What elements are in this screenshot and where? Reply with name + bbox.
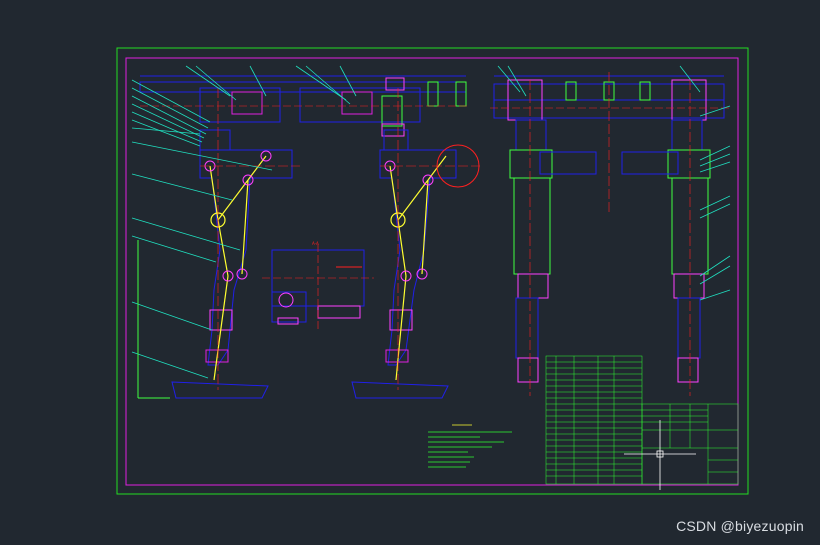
leader-lines-right xyxy=(497,65,731,301)
leader-lines-left xyxy=(131,65,357,379)
right-view xyxy=(490,65,731,396)
column-right xyxy=(621,119,711,383)
parts-list-table xyxy=(545,355,643,485)
column-left xyxy=(509,119,597,383)
linkage-left-1 xyxy=(209,155,267,381)
section-mark-label: A-A xyxy=(312,241,319,246)
left-view: A-A xyxy=(131,65,480,399)
outer-drawing-frame xyxy=(116,47,749,495)
technical-notes xyxy=(428,424,512,468)
title-block xyxy=(641,403,739,485)
linkage-left-2 xyxy=(389,155,447,381)
crosshair-cursor-icon xyxy=(624,420,696,490)
watermark: CSDN @biyezuopin xyxy=(676,518,804,534)
arm-centerlines xyxy=(200,88,480,390)
arm-left-1 xyxy=(171,129,293,399)
cad-drawing-canvas[interactable]: A-A xyxy=(0,0,820,545)
